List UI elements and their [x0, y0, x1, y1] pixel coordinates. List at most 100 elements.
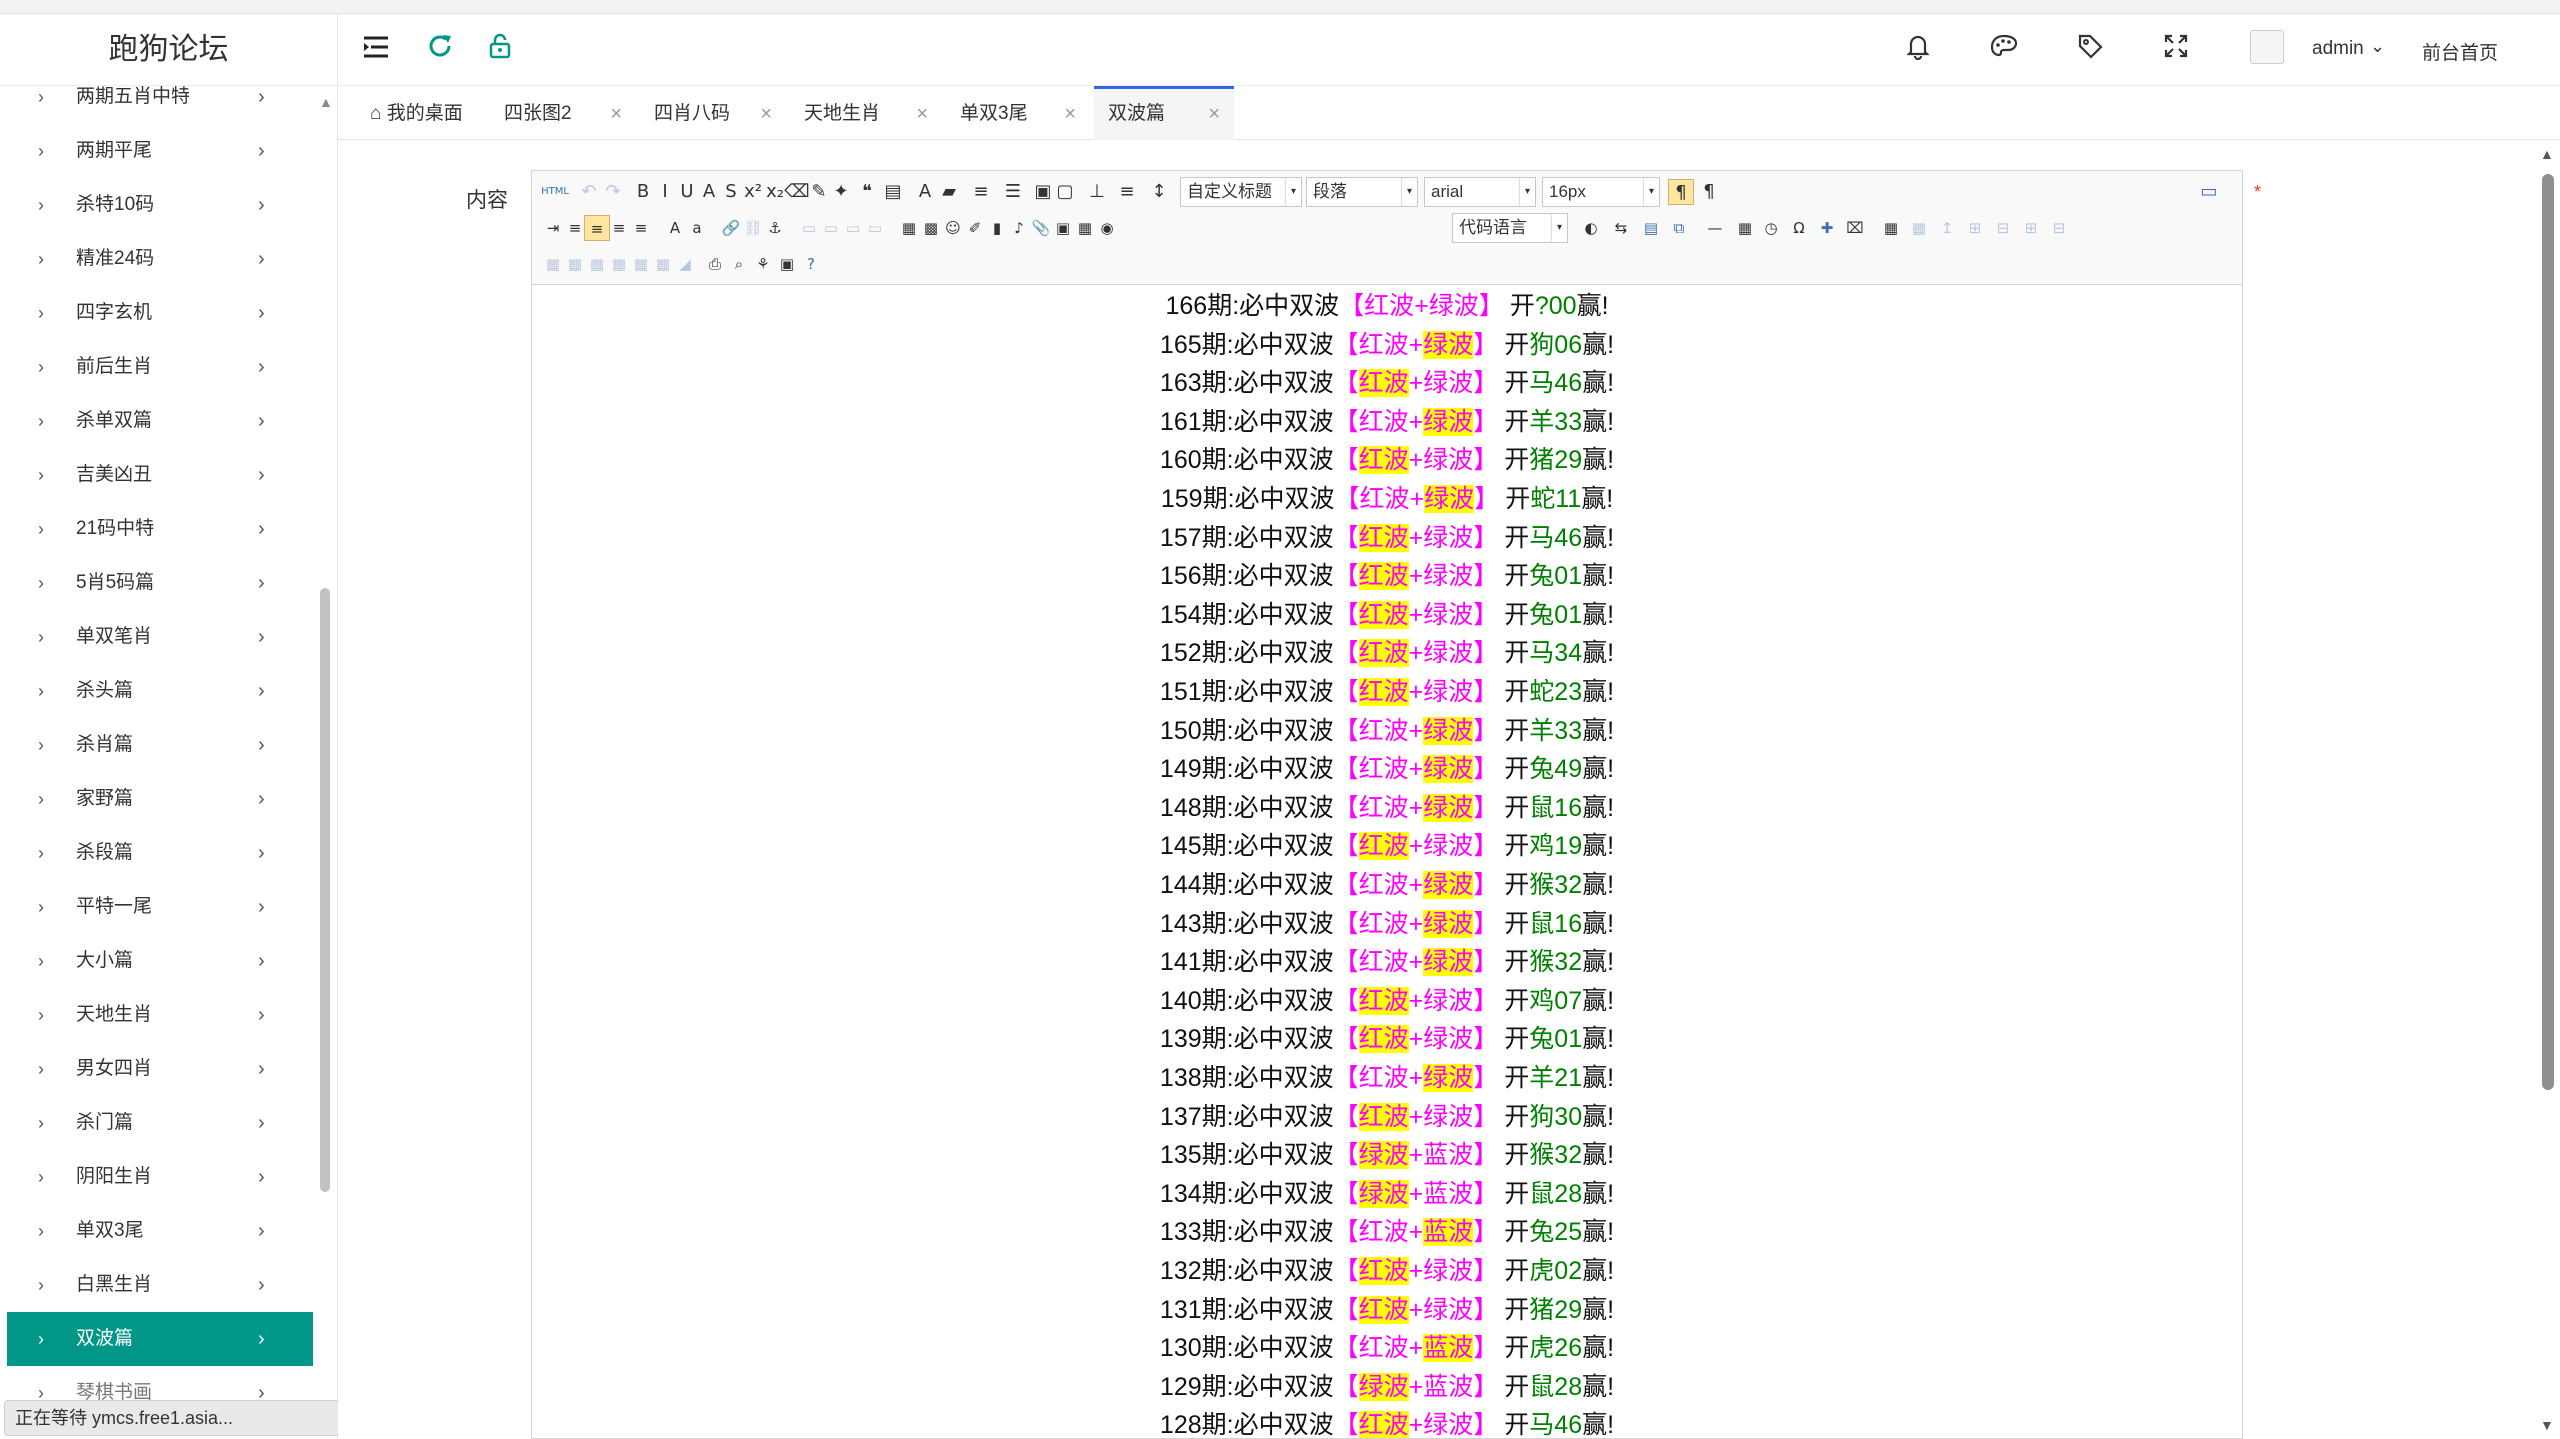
page-break-icon[interactable]: ◐: [1578, 215, 1604, 241]
redo-icon[interactable]: ↷: [600, 179, 626, 205]
scroll-down-icon[interactable]: ▼: [2540, 1417, 2554, 1433]
sidebar-item[interactable]: › 精准24码 ›: [0, 232, 265, 286]
undo-icon[interactable]: ↶: [576, 179, 602, 205]
webapp-icon[interactable]: ⧉: [1666, 215, 1692, 241]
sidebar-item[interactable]: › 杀门篇 ›: [0, 1096, 265, 1150]
editor-document[interactable]: 166期:必中双波【红波+绿波】 开?00赢! 165期:必中双波【红波+绿波】 开狗…: [532, 285, 2242, 1438]
sidebar-item[interactable]: › 白黑生肖 ›: [0, 1258, 265, 1312]
sidebar-item[interactable]: › 两期五肖中特 ›: [0, 70, 265, 124]
row-spacing-top-icon[interactable]: ⊥: [1084, 179, 1110, 205]
to-lower-icon[interactable]: a: [684, 215, 710, 241]
font-family-select[interactable]: arial ▾: [1424, 177, 1536, 207]
time-icon[interactable]: ◷: [1758, 215, 1784, 241]
tab-item[interactable]: 天地生肖 ×: [790, 86, 942, 140]
sidebar-item[interactable]: › 吉美凶丑 ›: [0, 448, 265, 502]
username[interactable]: admin: [2312, 38, 2364, 60]
sidebar-item[interactable]: › 杀段篇 ›: [0, 826, 265, 880]
background-icon[interactable]: ▤: [1638, 215, 1664, 241]
paste-text-icon[interactable]: ▤: [880, 179, 906, 205]
sidebar-item[interactable]: › 家野篇 ›: [0, 772, 265, 826]
search-replace-icon[interactable]: ⌕: [726, 251, 752, 277]
sidebar-scroll-thumb[interactable]: [320, 588, 330, 1192]
unlock-icon[interactable]: [482, 32, 518, 68]
sidebar-item[interactable]: › 阴阳生肖 ›: [0, 1150, 265, 1204]
wordimage-icon[interactable]: ✚: [1814, 215, 1840, 241]
horizontal-rule-icon[interactable]: —: [1702, 215, 1728, 241]
insert-para-before-icon[interactable]: ↥: [1934, 215, 1960, 241]
blockquote-icon[interactable]: ❝: [854, 179, 880, 205]
row-spacing-bottom-icon[interactable]: ≡: [1114, 179, 1140, 205]
background-color-icon[interactable]: ▰: [936, 179, 962, 205]
avatar[interactable]: [2250, 30, 2284, 64]
sidebar-item[interactable]: › 21码中特 ›: [0, 502, 265, 556]
sidebar-item[interactable]: › 两期平尾 ›: [0, 124, 265, 178]
auto-format-icon[interactable]: ✦: [828, 179, 854, 205]
front-page-link[interactable]: 前台首页: [2422, 38, 2498, 65]
preview-icon[interactable]: ▭: [2196, 179, 2222, 205]
sidebar-item[interactable]: › 平特一尾 ›: [0, 880, 265, 934]
rtl-icon[interactable]: ¶: [1696, 179, 1722, 205]
paragraph-format-select[interactable]: 段落 ▾: [1306, 177, 1418, 207]
tab-item[interactable]: 四肖八码 ×: [640, 86, 786, 140]
font-size-select[interactable]: 16px ▾: [1542, 177, 1660, 207]
delete-row-icon[interactable]: ⊟: [1990, 215, 2016, 241]
code-icon[interactable]: ◉: [1094, 215, 1120, 241]
chart-icon[interactable]: ◢: [672, 251, 698, 277]
sidebar-item[interactable]: › 四字玄机 ›: [0, 286, 265, 340]
sidebar-item[interactable]: › 5肖5码篇 ›: [0, 556, 265, 610]
sidebar-item[interactable]: › 男女四肖 ›: [0, 1042, 265, 1096]
tab-item[interactable]: 四张图2 ×: [490, 86, 636, 140]
close-icon[interactable]: ×: [760, 86, 772, 142]
chevron-down-icon[interactable]: ⌄: [2370, 36, 2385, 57]
fullscreen-icon[interactable]: [2158, 32, 2194, 68]
date-icon[interactable]: ▦: [1732, 215, 1758, 241]
refresh-icon[interactable]: [422, 32, 458, 68]
ltr-icon[interactable]: ¶: [1668, 179, 1694, 205]
code-language-select[interactable]: 代码语言 ▾: [1452, 213, 1568, 243]
close-icon[interactable]: ×: [916, 86, 928, 142]
print-icon[interactable]: ⎙: [702, 251, 728, 277]
clear-doc-icon[interactable]: ▢: [1052, 179, 1078, 205]
insert-col-icon[interactable]: ⊞: [2018, 215, 2044, 241]
close-icon[interactable]: ×: [1208, 89, 1220, 139]
sidebar-item[interactable]: › 天地生肖 ›: [0, 988, 265, 1042]
sidebar-item[interactable]: › 前后生肖 ›: [0, 340, 265, 394]
delete-col-icon[interactable]: ⊟: [2046, 215, 2072, 241]
sidebar-item[interactable]: › 杀特10码 ›: [0, 178, 265, 232]
page-scrollbar[interactable]: ▲ ▼: [2534, 140, 2560, 1439]
align-justify-icon[interactable]: ≡: [628, 215, 654, 241]
tag-icon[interactable]: [2072, 32, 2108, 68]
custom-title-select[interactable]: 自定义标题 ▾: [1180, 177, 1302, 207]
theme-palette-icon[interactable]: [1986, 32, 2022, 68]
menu-toggle-icon[interactable]: [358, 32, 394, 68]
unordered-list-icon[interactable]: ☰: [1000, 179, 1026, 205]
sidebar-item[interactable]: › 双波篇 ›: [7, 1312, 313, 1366]
tab-active[interactable]: 双波篇 ×: [1094, 86, 1234, 140]
page-scroll-thumb[interactable]: [2542, 174, 2554, 1090]
find-icon[interactable]: ⚘: [750, 251, 776, 277]
scroll-up-icon[interactable]: ▲: [2540, 146, 2554, 162]
insert-row-icon[interactable]: ⊞: [1962, 215, 1988, 241]
sidebar-scrollbar[interactable]: ▲ ▼: [316, 94, 334, 1439]
close-icon[interactable]: ×: [610, 86, 622, 142]
delete-table-icon[interactable]: ▦: [1906, 215, 1932, 241]
sidebar-item[interactable]: › 大小篇 ›: [0, 934, 265, 988]
drafts-icon[interactable]: ▣: [774, 251, 800, 277]
line-height-icon[interactable]: ↕: [1146, 179, 1172, 205]
tab-item[interactable]: ⌂ 我的桌面: [356, 86, 482, 140]
tab-item[interactable]: 单双3尾 ×: [946, 86, 1090, 140]
sidebar-item[interactable]: › 杀肖篇 ›: [0, 718, 265, 772]
sidebar-item[interactable]: › 单双3尾 ›: [0, 1204, 265, 1258]
scroll-up-icon[interactable]: ▲: [319, 94, 333, 110]
image-center-icon[interactable]: ▭: [862, 215, 888, 241]
ordered-list-icon[interactable]: ≡: [968, 179, 994, 205]
close-icon[interactable]: ×: [1064, 86, 1076, 142]
snapscreen-icon[interactable]: ⌧: [1842, 215, 1868, 241]
template-icon[interactable]: ⇆: [1608, 215, 1634, 241]
help-icon[interactable]: ?: [798, 251, 824, 277]
bell-icon[interactable]: [1900, 32, 1936, 68]
sidebar-item[interactable]: › 杀单双篇 ›: [0, 394, 265, 448]
sidebar-item[interactable]: › 杀头篇 ›: [0, 664, 265, 718]
anchor-icon[interactable]: ⚓: [762, 215, 788, 241]
source-icon[interactable]: HTML: [540, 179, 570, 205]
